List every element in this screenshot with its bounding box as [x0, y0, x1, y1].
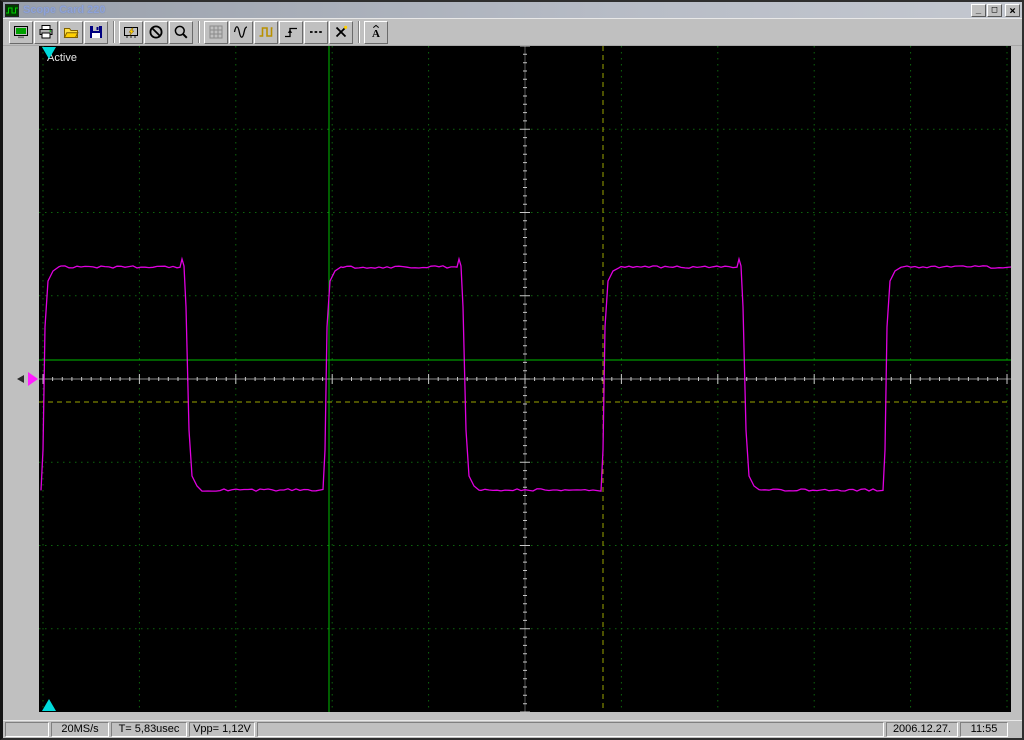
period-status: T= 5,83usec [111, 722, 187, 737]
trigger-level-marker[interactable] [28, 372, 38, 386]
scope-canvas [39, 46, 1011, 712]
stop-acquisition-button[interactable] [144, 21, 168, 44]
cursor-marker-top[interactable] [42, 47, 56, 59]
scope-area: Active [3, 46, 1022, 720]
offset-marker[interactable] [17, 375, 24, 383]
sine-icon [233, 24, 249, 40]
status-spacer [5, 722, 49, 737]
maximize-button[interactable]: □ [987, 4, 1002, 17]
printer-icon [38, 24, 54, 40]
toolbar: A [3, 18, 1022, 46]
status-bar: 20MS/s T= 5,83usec Vpp= 1,12V 2006.12.27. 11… [3, 720, 1022, 738]
cursor-marker-bottom[interactable] [42, 699, 56, 711]
sample-rate-status: 20MS/s [51, 722, 109, 737]
window-title: Scope Card 220 [23, 4, 971, 16]
title-bar[interactable]: Scope Card 220 _ □ × [3, 2, 1022, 18]
dashed-line-button[interactable] [304, 21, 328, 44]
floppy-icon [88, 24, 104, 40]
toolbar-separator [358, 21, 360, 43]
svg-text:A: A [372, 28, 380, 40]
zoom-button[interactable] [169, 21, 193, 44]
print-button[interactable] [34, 21, 58, 44]
dashes-icon [308, 24, 324, 40]
toolbar-separator [113, 21, 115, 43]
square-icon [258, 24, 274, 40]
close-channel-button[interactable] [329, 21, 353, 44]
x-icon [333, 24, 349, 40]
minimize-button[interactable]: _ [971, 4, 986, 17]
hardware-settings-button[interactable] [119, 21, 143, 44]
date-status: 2006.12.27. [886, 722, 958, 737]
folder-icon [63, 24, 79, 40]
trigger-slope-button[interactable] [279, 21, 303, 44]
grid-toggle-button[interactable] [204, 21, 228, 44]
close-button[interactable]: × [1005, 4, 1020, 17]
app-icon [5, 4, 19, 17]
text-a-icon: A [368, 24, 384, 40]
device-icon [13, 24, 29, 40]
disable-icon [148, 24, 164, 40]
card-icon [123, 24, 139, 40]
scope-display[interactable]: Active [39, 46, 1011, 712]
app-window: Scope Card 220 _ □ × A Active 20MS/s T= 5,8… [0, 0, 1024, 740]
device-button[interactable] [9, 21, 33, 44]
text-annotation-button[interactable]: A [364, 21, 388, 44]
window-controls: _ □ × [971, 4, 1020, 17]
status-filler [257, 722, 884, 737]
grid-icon [208, 24, 224, 40]
open-button[interactable] [59, 21, 83, 44]
vpp-status: Vpp= 1,12V [189, 722, 255, 737]
toolbar-separator [198, 21, 200, 43]
zoom-icon [173, 24, 189, 40]
step-icon [283, 24, 299, 40]
save-button[interactable] [84, 21, 108, 44]
sine-mode-button[interactable] [229, 21, 253, 44]
square-mode-button[interactable] [254, 21, 278, 44]
time-status: 11:55 [960, 722, 1008, 737]
